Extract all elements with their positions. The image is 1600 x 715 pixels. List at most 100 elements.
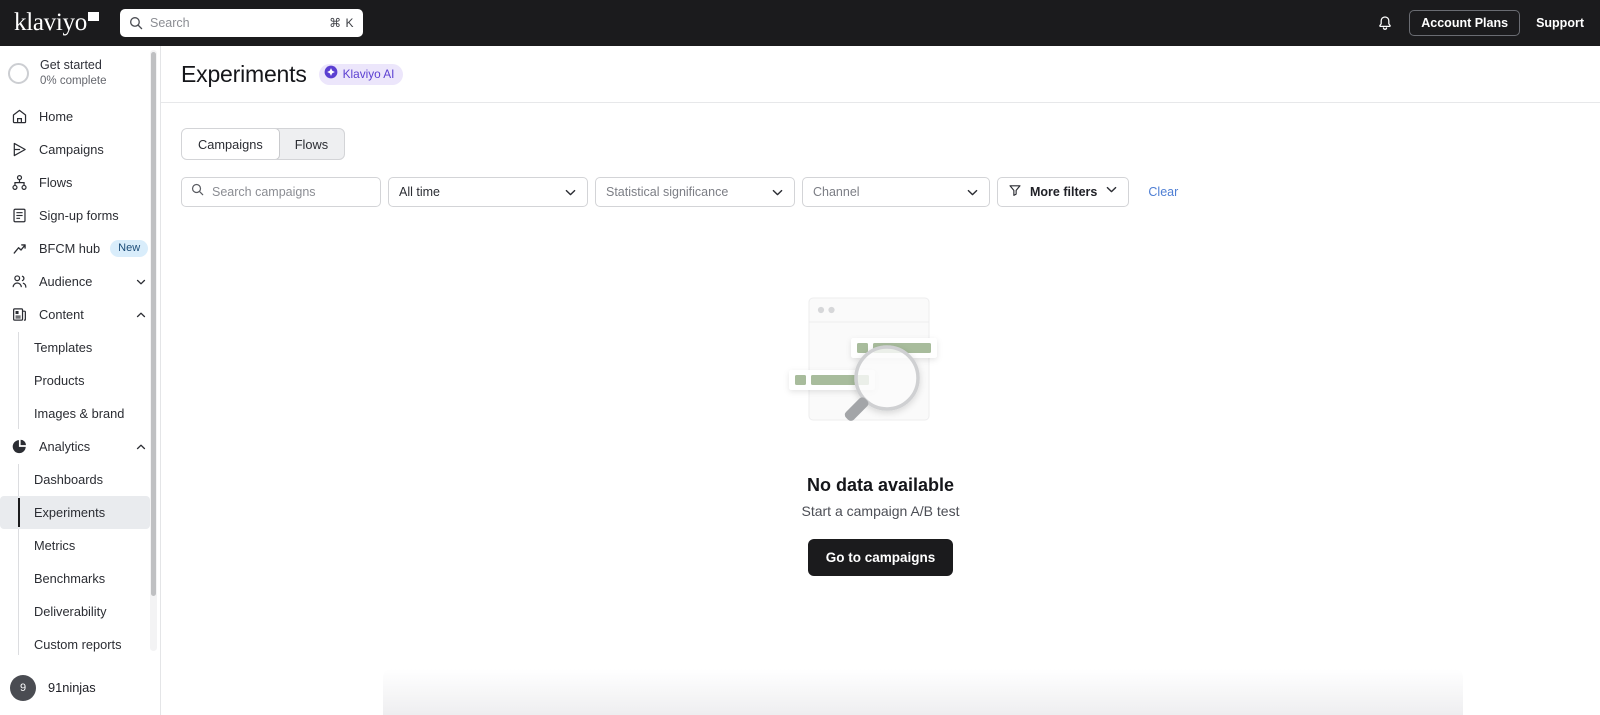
search-shortcut-hint: ⌘ K bbox=[329, 16, 354, 30]
content-subitems: Templates Products Images & brand bbox=[0, 331, 160, 430]
content-icon bbox=[10, 306, 28, 324]
pie-chart-icon bbox=[10, 438, 28, 456]
chevron-down-icon bbox=[135, 276, 147, 288]
chevron-up-icon bbox=[135, 441, 147, 453]
sidebar-scrollbar-thumb[interactable] bbox=[151, 52, 156, 596]
klaviyo-ai-badge: Klaviyo AI bbox=[318, 63, 404, 85]
sidebar-item-custom-reports[interactable]: Custom reports bbox=[0, 628, 160, 655]
tab-campaigns[interactable]: Campaigns bbox=[182, 129, 280, 159]
empty-state-title: No data available bbox=[806, 475, 955, 495]
sidebar-item-label: BFCM hub bbox=[39, 241, 101, 256]
sidebar-subitem-label: Benchmarks bbox=[34, 571, 106, 586]
sidebar-item-home[interactable]: Home bbox=[0, 100, 160, 133]
klaviyo-ai-label: Klaviyo AI bbox=[342, 67, 395, 81]
form-icon bbox=[10, 207, 28, 225]
date-range-select[interactable]: All time bbox=[388, 177, 588, 207]
global-search-input[interactable]: Search ⌘ K bbox=[120, 9, 363, 37]
chevron-down-icon bbox=[954, 186, 979, 199]
funnel-icon bbox=[1008, 183, 1022, 202]
channel-select[interactable]: Channel bbox=[802, 177, 990, 207]
tab-flows[interactable]: Flows bbox=[279, 129, 344, 159]
header-actions: Account Plans Support bbox=[1377, 9, 1600, 37]
sidebar-item-analytics[interactable]: Analytics bbox=[0, 430, 160, 463]
chevron-up-icon bbox=[135, 309, 147, 321]
analytics-subitems: Dashboards Experiments Metrics Benchmark… bbox=[0, 463, 160, 655]
page-header: Experiments Klaviyo AI bbox=[161, 46, 1600, 103]
sidebar-item-campaigns[interactable]: Campaigns bbox=[0, 133, 160, 166]
empty-state-subtitle: Start a campaign A/B test bbox=[801, 503, 960, 519]
search-icon bbox=[191, 183, 204, 201]
sidebar-item-dashboards[interactable]: Dashboards bbox=[0, 463, 160, 496]
sidebar-item-label: Campaigns bbox=[39, 142, 104, 157]
sidebar-get-started[interactable]: Get started 0% complete bbox=[0, 46, 160, 100]
clear-filters-link[interactable]: Clear bbox=[1148, 185, 1178, 199]
sidebar-item-bfcm-hub[interactable]: BFCM hub New bbox=[0, 232, 160, 265]
filter-bar: Search campaigns All time Statistical si… bbox=[161, 160, 1600, 207]
empty-state: No data available Start a campaign A/B t… bbox=[161, 286, 1600, 576]
sidebar-subitem-label: Metrics bbox=[34, 538, 76, 553]
sidebar-item-label: Audience bbox=[39, 274, 93, 289]
sidebar-subitem-label: Deliverability bbox=[34, 604, 107, 619]
chevron-down-icon bbox=[1105, 183, 1118, 201]
sidebar-item-deliverability[interactable]: Deliverability bbox=[0, 595, 160, 628]
sidebar-subitem-label: Products bbox=[34, 373, 85, 388]
sidebar-nav: Home Campaigns Flows Sign-up forms BFCM … bbox=[0, 100, 160, 655]
sidebar-item-label: Content bbox=[39, 307, 84, 322]
no-search-results-illustration bbox=[781, 286, 981, 451]
sidebar-item-metrics[interactable]: Metrics bbox=[0, 529, 160, 562]
sidebar-scroll-area: Get started 0% complete Home Campaigns F… bbox=[0, 46, 160, 655]
account-plans-button[interactable]: Account Plans bbox=[1409, 9, 1521, 37]
sidebar-item-products[interactable]: Products bbox=[0, 364, 160, 397]
page-title: Experiments bbox=[181, 60, 307, 87]
flows-icon bbox=[10, 174, 28, 192]
klaviyo-experiments-page: klaviyo Search ⌘ K Account Plans Support… bbox=[0, 0, 1600, 715]
sidebar-item-templates[interactable]: Templates bbox=[0, 331, 160, 364]
chevron-down-icon bbox=[552, 186, 577, 199]
sidebar-subitem-label: Dashboards bbox=[34, 472, 104, 487]
tab-group: Campaigns Flows bbox=[181, 128, 346, 160]
bell-icon[interactable] bbox=[1377, 15, 1393, 32]
sidebar-item-audience[interactable]: Audience bbox=[0, 265, 160, 298]
statistical-significance-select[interactable]: Statistical significance bbox=[595, 177, 795, 207]
send-icon bbox=[10, 141, 28, 159]
sidebar-subitem-label: Templates bbox=[34, 340, 93, 355]
sidebar: Get started 0% complete Home Campaigns F… bbox=[0, 46, 161, 715]
sidebar-item-content[interactable]: Content bbox=[0, 298, 160, 331]
sidebar-item-label: Flows bbox=[39, 175, 73, 190]
sidebar-item-benchmarks[interactable]: Benchmarks bbox=[0, 562, 160, 595]
sidebar-item-flows[interactable]: Flows bbox=[0, 166, 160, 199]
top-header: klaviyo Search ⌘ K Account Plans Support bbox=[0, 0, 1600, 46]
sidebar-subitem-label: Experiments bbox=[34, 505, 106, 520]
sidebar-subitem-label: Images & brand bbox=[34, 406, 125, 421]
trending-up-icon bbox=[10, 240, 28, 258]
home-icon bbox=[10, 108, 28, 126]
search-icon bbox=[129, 16, 143, 30]
sidebar-item-images-brand[interactable]: Images & brand bbox=[0, 397, 160, 430]
sidebar-item-label: Analytics bbox=[39, 439, 91, 454]
get-started-title: Get started bbox=[40, 58, 102, 72]
badge-new: New bbox=[110, 239, 149, 258]
avatar: 9 bbox=[10, 674, 36, 701]
sidebar-item-label: Sign-up forms bbox=[39, 208, 119, 223]
people-icon bbox=[10, 273, 28, 291]
search-campaigns-input[interactable]: Search campaigns bbox=[181, 177, 381, 207]
more-filters-button[interactable]: More filters bbox=[997, 177, 1130, 207]
bottom-gradient-panel bbox=[383, 669, 1463, 715]
support-link[interactable]: Support bbox=[1536, 16, 1584, 30]
sidebar-item-signup-forms[interactable]: Sign-up forms bbox=[0, 199, 160, 232]
main-content: Experiments Klaviyo AI Campaigns Flows S… bbox=[161, 46, 1600, 715]
account-name: 91ninjas bbox=[48, 680, 96, 695]
go-to-campaigns-button[interactable]: Go to campaigns bbox=[807, 539, 954, 576]
klaviyo-logo[interactable]: klaviyo bbox=[0, 10, 118, 36]
klaviyo-ai-diamond-icon bbox=[324, 65, 338, 84]
chevron-down-icon bbox=[759, 186, 784, 199]
statistical-significance-value: Statistical significance bbox=[606, 185, 729, 199]
channel-value: Channel bbox=[813, 185, 860, 199]
logo-flag-icon bbox=[87, 11, 99, 21]
sidebar-subitem-label: Custom reports bbox=[34, 637, 122, 652]
progress-ring-icon bbox=[8, 62, 29, 84]
tabs-row: Campaigns Flows bbox=[161, 103, 1600, 160]
sidebar-item-experiments[interactable]: Experiments bbox=[0, 496, 150, 529]
sidebar-account-row[interactable]: 9 91ninjas bbox=[0, 659, 160, 715]
search-campaigns-placeholder: Search campaigns bbox=[212, 185, 316, 199]
